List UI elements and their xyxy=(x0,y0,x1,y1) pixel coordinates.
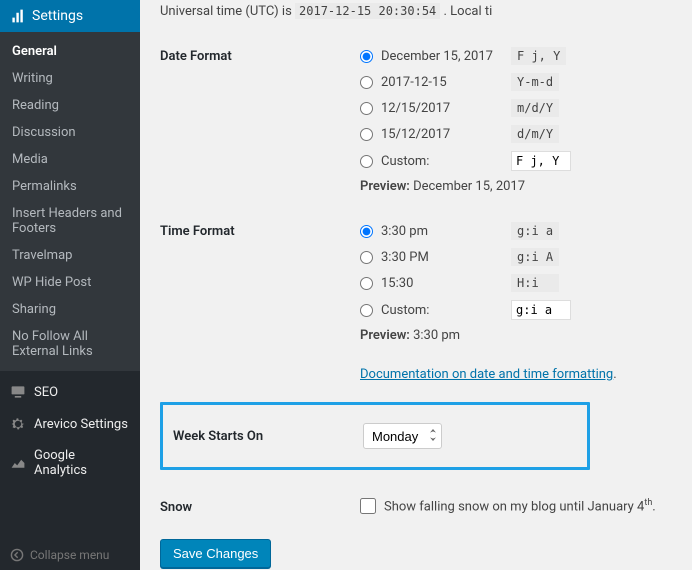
sidebar-item-label: Google Analytics xyxy=(34,448,130,478)
opt-label: December 15, 2017 xyxy=(381,49,511,64)
settings-icon xyxy=(10,8,26,24)
opt-code: H:i xyxy=(511,274,559,292)
time-preview: Preview: 3:30 pm xyxy=(360,328,672,343)
opt-label: 12/15/2017 xyxy=(381,101,511,116)
date-opt-1[interactable]: December 15, 2017F j, Y xyxy=(360,47,672,65)
opt-code: g:i A xyxy=(511,248,559,266)
submenu-discussion[interactable]: Discussion xyxy=(0,119,140,146)
radio[interactable] xyxy=(360,102,373,115)
save-changes-button[interactable]: Save Changes xyxy=(160,539,271,568)
snow-field: Show falling snow on my blog until Janua… xyxy=(360,498,672,514)
custom-label: Custom: xyxy=(381,154,511,169)
sidebar-header-label: Settings xyxy=(32,8,83,24)
preview-value: December 15, 2017 xyxy=(413,179,525,194)
date-format-row: Date Format December 15, 2017F j, Y 2017… xyxy=(160,47,672,194)
preview-value: 3:30 pm xyxy=(413,328,460,343)
sidebar-item-label: Arevico Settings xyxy=(34,417,128,432)
time-opt-2[interactable]: 3:30 PMg:i A xyxy=(360,248,672,266)
seo-icon xyxy=(10,384,26,400)
chart-icon xyxy=(10,455,26,471)
admin-sidebar: Settings General Writing Reading Discuss… xyxy=(0,0,140,570)
radio[interactable] xyxy=(360,251,373,264)
main-content: Universal time (UTC) is 2017-12-15 20:30… xyxy=(140,0,692,570)
sidebar-item-arevico[interactable]: Arevico Settings xyxy=(0,408,140,440)
week-label: Week Starts On xyxy=(173,429,363,444)
week-select-wrap: Monday xyxy=(363,423,442,449)
submenu-general[interactable]: General xyxy=(0,38,140,65)
collapse-icon xyxy=(10,548,24,562)
collapse-menu[interactable]: Collapse menu xyxy=(0,540,140,570)
time-format-field: 3:30 pmg:i a 3:30 PMg:i A 15:30H:i Custo… xyxy=(360,222,672,382)
utc-abbr: UTC xyxy=(250,4,274,19)
doc-link-row: Documentation on date and time formattin… xyxy=(360,367,672,382)
submenu-insert-headers[interactable]: Insert Headers and Footers xyxy=(0,200,140,242)
date-format-label: Date Format xyxy=(160,47,360,64)
utc-suffix: . Local ti xyxy=(440,4,492,19)
opt-code: m/d/Y xyxy=(511,99,559,117)
utc-value: 2017-12-15 20:30:54 xyxy=(295,3,440,19)
opt-label: 15:30 xyxy=(381,276,511,291)
radio[interactable] xyxy=(360,277,373,290)
sidebar-submenu: General Writing Reading Discussion Media… xyxy=(0,32,140,371)
opt-code: Y-m-d xyxy=(511,73,559,91)
preview-label: Preview: xyxy=(360,328,410,343)
time-opt-3[interactable]: 15:30H:i xyxy=(360,274,672,292)
week-select[interactable]: Monday xyxy=(363,423,442,449)
opt-label: 2017-12-15 xyxy=(381,75,511,90)
submenu-travelmap[interactable]: Travelmap xyxy=(0,242,140,269)
date-opt-4[interactable]: 15/12/2017d/m/Y xyxy=(360,125,672,143)
opt-code: g:i a xyxy=(511,222,559,240)
submenu-reading[interactable]: Reading xyxy=(0,92,140,119)
opt-code: F j, Y xyxy=(511,47,566,65)
submenu-media[interactable]: Media xyxy=(0,146,140,173)
submenu-permalinks[interactable]: Permalinks xyxy=(0,173,140,200)
doc-link[interactable]: Documentation on date and time formattin… xyxy=(360,367,613,382)
radio[interactable] xyxy=(360,50,373,63)
snow-text-end: . xyxy=(652,499,655,514)
time-custom-input[interactable] xyxy=(511,300,571,320)
sidebar-item-seo[interactable]: SEO xyxy=(0,376,140,408)
date-opt-custom[interactable]: Custom: xyxy=(360,151,672,171)
custom-label: Custom: xyxy=(381,303,511,318)
submenu-wp-hide-post[interactable]: WP Hide Post xyxy=(0,269,140,296)
time-opt-1[interactable]: 3:30 pmg:i a xyxy=(360,222,672,240)
submenu-sharing[interactable]: Sharing xyxy=(0,296,140,323)
sidebar-item-label: SEO xyxy=(34,385,58,400)
date-format-field: December 15, 2017F j, Y 2017-12-15Y-m-d … xyxy=(360,47,672,194)
submenu-writing[interactable]: Writing xyxy=(0,65,140,92)
radio[interactable] xyxy=(360,304,373,317)
snow-checkbox[interactable] xyxy=(360,498,376,514)
preview-label: Preview: xyxy=(360,179,410,194)
radio[interactable] xyxy=(360,128,373,141)
sidebar-header-settings[interactable]: Settings xyxy=(0,0,140,32)
snow-row: Snow Show falling snow on my blog until … xyxy=(160,498,672,515)
submenu-no-follow[interactable]: No Follow All External Links xyxy=(0,323,140,365)
utc-mid: ) is xyxy=(274,4,295,19)
opt-label: 15/12/2017 xyxy=(381,127,511,142)
time-format-label: Time Format xyxy=(160,222,360,239)
sidebar-item-analytics[interactable]: Google Analytics xyxy=(0,440,140,486)
utc-prefix: Universal time ( xyxy=(160,4,250,19)
utc-line: Universal time (UTC) is 2017-12-15 20:30… xyxy=(160,4,672,19)
opt-label: 3:30 PM xyxy=(381,250,511,265)
snow-text-a: Show falling snow on my blog until Janua… xyxy=(384,499,644,514)
collapse-label: Collapse menu xyxy=(30,548,109,562)
opt-code: d/m/Y xyxy=(511,125,559,143)
date-custom-input[interactable] xyxy=(511,151,571,171)
radio[interactable] xyxy=(360,76,373,89)
period: . xyxy=(613,367,616,382)
date-opt-2[interactable]: 2017-12-15Y-m-d xyxy=(360,73,672,91)
week-starts-row: Week Starts On Monday xyxy=(160,402,590,470)
radio[interactable] xyxy=(360,155,373,168)
opt-label: 3:30 pm xyxy=(381,224,511,239)
snow-text: Show falling snow on my blog until Janua… xyxy=(384,498,656,514)
date-opt-3[interactable]: 12/15/2017m/d/Y xyxy=(360,99,672,117)
date-preview: Preview: December 15, 2017 xyxy=(360,179,672,194)
gear-icon xyxy=(10,416,26,432)
snow-label: Snow xyxy=(160,498,360,515)
radio[interactable] xyxy=(360,225,373,238)
time-format-row: Time Format 3:30 pmg:i a 3:30 PMg:i A 15… xyxy=(160,222,672,382)
time-opt-custom[interactable]: Custom: xyxy=(360,300,672,320)
